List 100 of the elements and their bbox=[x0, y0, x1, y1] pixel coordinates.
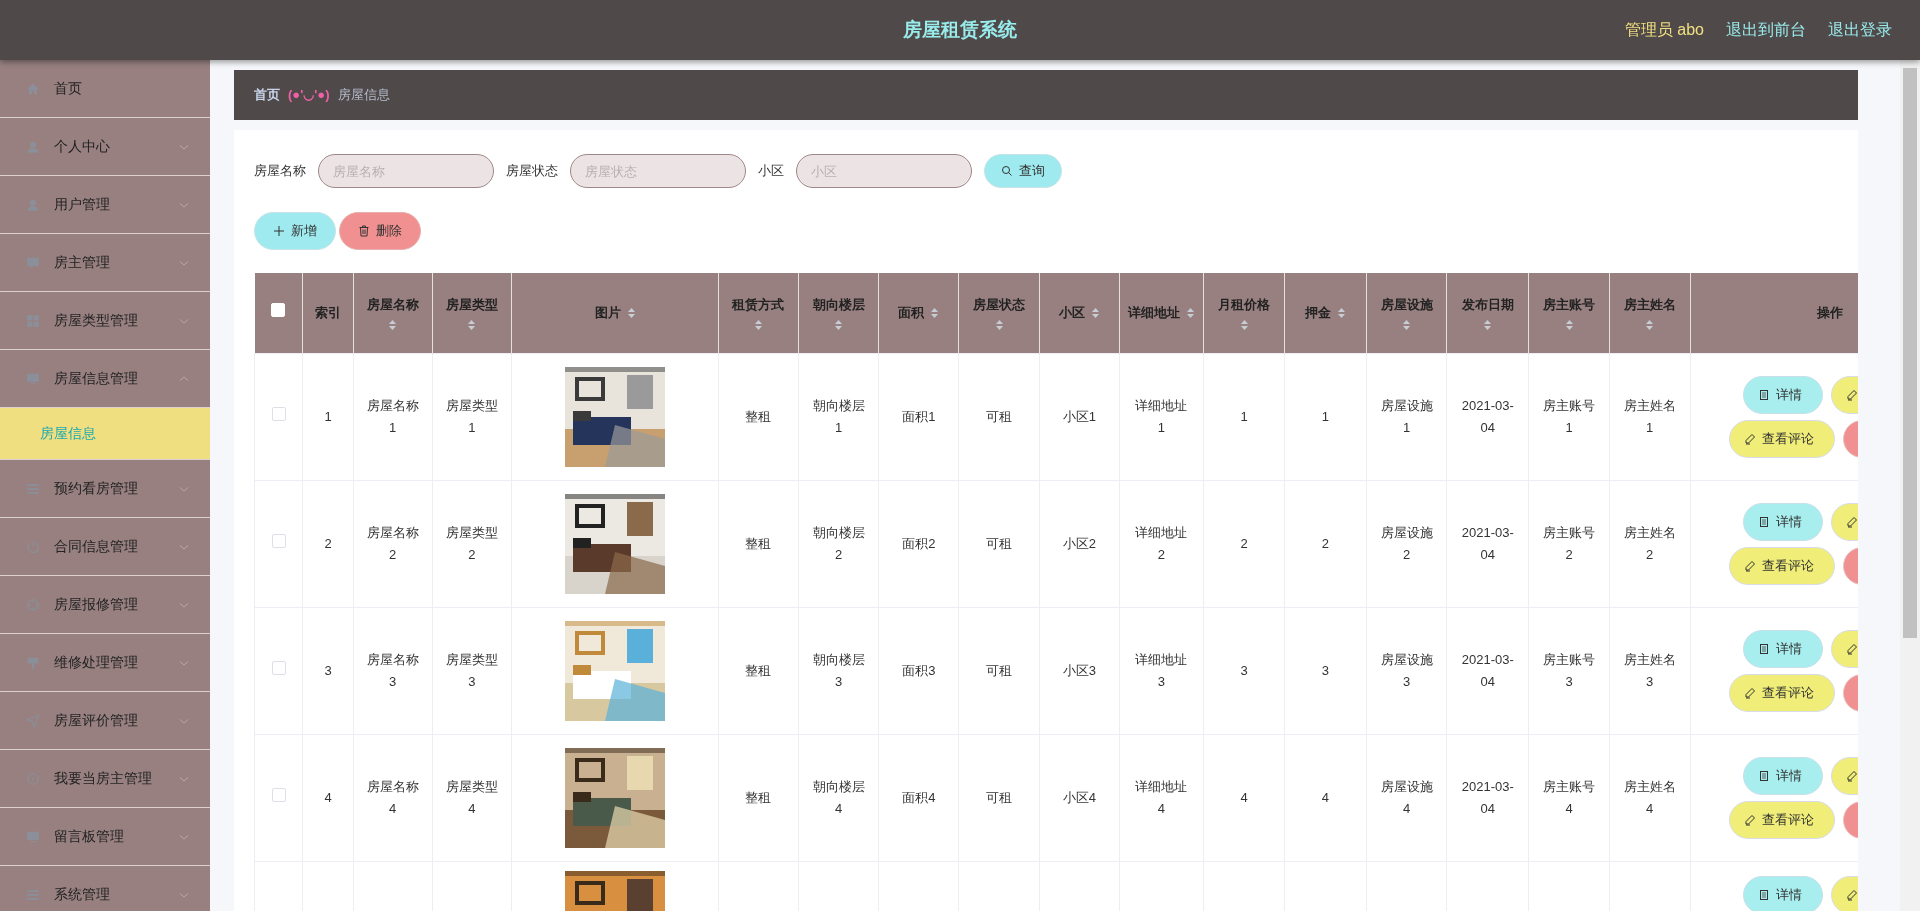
table-cell-text: 朝向楼层1 bbox=[812, 396, 866, 437]
table-cell-text: 2 bbox=[1321, 534, 1329, 553]
detail-button[interactable]: 详情 bbox=[1742, 629, 1823, 668]
table-cell-text: 房主姓名2 bbox=[1623, 523, 1677, 564]
breadcrumb-current: 房屋信息 bbox=[337, 86, 390, 105]
view-comments-button[interactable]: 查看评论 bbox=[1728, 419, 1835, 458]
table-cell-text: 房屋类型1 bbox=[445, 396, 499, 437]
table-cell-text: 1 bbox=[1321, 407, 1329, 426]
search-button[interactable]: 查询 bbox=[984, 154, 1062, 188]
table-cell-text: 2 bbox=[1240, 534, 1248, 553]
table-cell-text: 1 bbox=[1240, 407, 1248, 426]
table-cell-text: 面积4 bbox=[902, 788, 936, 807]
table-cell-text: 可租 bbox=[986, 407, 1013, 426]
table-cell-text: 房屋设施3 bbox=[1380, 650, 1434, 691]
column-header[interactable]: 房屋状态 bbox=[973, 295, 1026, 315]
table-cell-text: 3 bbox=[1321, 661, 1329, 680]
header-link[interactable]: 退出到前台 bbox=[1726, 18, 1806, 42]
column-header[interactable]: 房屋设施 bbox=[1380, 295, 1433, 315]
table-cell-text: 详细地址4 bbox=[1134, 777, 1188, 818]
view-comments-button[interactable]: 查看评论 bbox=[1728, 546, 1835, 585]
table-cell-text: 朝向楼层2 bbox=[812, 523, 866, 564]
sidebar-item[interactable]: 合同信息管理 bbox=[0, 518, 210, 576]
table-cell-text: 2021-03-04 bbox=[1461, 523, 1515, 564]
table-cell-text: 房屋名称2 bbox=[366, 523, 420, 564]
delete-button[interactable]: 删除 bbox=[339, 212, 421, 250]
sidebar-item[interactable]: 系统管理 bbox=[0, 866, 210, 911]
app-title: 房屋租赁系统 bbox=[903, 17, 1017, 42]
column-header[interactable]: 租赁方式 bbox=[732, 295, 785, 315]
table-cell-text: 可租 bbox=[986, 661, 1013, 680]
table-cell-text: 房屋类型4 bbox=[445, 777, 499, 818]
column-header[interactable]: 房屋类型 bbox=[445, 295, 498, 315]
table-cell-text: 3 bbox=[1240, 661, 1248, 680]
column-header[interactable]: 详细地址 bbox=[1127, 303, 1180, 323]
sidebar-item[interactable]: 房屋类型管理 bbox=[0, 292, 210, 350]
view-comments-button[interactable]: 查看评论 bbox=[1728, 673, 1835, 712]
add-button[interactable]: 新增 bbox=[254, 212, 336, 250]
column-header[interactable]: 房主账号 bbox=[1543, 295, 1596, 315]
table-cell-text: 房主账号1 bbox=[1542, 396, 1596, 437]
table-cell-text: 4 bbox=[324, 788, 332, 807]
sidebar-item[interactable]: 首页 bbox=[0, 60, 210, 118]
sidebar-item[interactable]: 维修处理管理 bbox=[0, 634, 210, 692]
column-header[interactable]: 图片 bbox=[594, 303, 621, 323]
column-header[interactable]: 押金 bbox=[1304, 303, 1331, 323]
table-cell-text: 详细地址1 bbox=[1134, 396, 1188, 437]
table-cell-text: 房屋名称1 bbox=[366, 396, 420, 437]
detail-button[interactable]: 详情 bbox=[1742, 375, 1823, 414]
table-cell-text: 2021-03-04 bbox=[1461, 650, 1515, 691]
table-cell-text: 详细地址3 bbox=[1134, 650, 1188, 691]
column-header[interactable]: 面积 bbox=[898, 303, 925, 323]
column-header[interactable]: 发布日期 bbox=[1461, 295, 1514, 315]
column-header[interactable]: 朝向楼层 bbox=[812, 295, 865, 315]
table-cell-text: 房屋名称4 bbox=[366, 777, 420, 818]
field-label: 小区 bbox=[758, 162, 784, 181]
table-cell-text: 房屋名称3 bbox=[366, 650, 420, 691]
sidebar-item[interactable]: 房主管理 bbox=[0, 234, 210, 292]
table-cell-text: 4 bbox=[1240, 788, 1248, 807]
view-comments-button[interactable]: 查看评论 bbox=[1728, 800, 1835, 839]
table-cell-text: 面积2 bbox=[902, 534, 936, 553]
column-header[interactable]: 小区 bbox=[1058, 303, 1085, 323]
table-cell-text: 2 bbox=[324, 534, 332, 553]
sidebar-item[interactable]: 用户管理 bbox=[0, 176, 210, 234]
table-cell-text: 房主姓名3 bbox=[1623, 650, 1677, 691]
sidebar-item[interactable]: 房屋评价管理 bbox=[0, 692, 210, 750]
sidebar-item[interactable]: 预约看房管理 bbox=[0, 460, 210, 518]
sidebar-item[interactable]: 我要当房主管理 bbox=[0, 750, 210, 808]
table-cell-text: 朝向楼层4 bbox=[812, 777, 866, 818]
detail-button[interactable]: 详情 bbox=[1742, 502, 1823, 541]
table-cell-text: 整租 bbox=[745, 788, 772, 807]
sidebar-item[interactable]: 房屋报修管理 bbox=[0, 576, 210, 634]
table-cell-text: 房主姓名1 bbox=[1623, 396, 1677, 437]
table-cell-text: 1 bbox=[324, 407, 332, 426]
column-header[interactable]: 月租价格 bbox=[1218, 295, 1271, 315]
column-header[interactable]: 房屋名称 bbox=[366, 295, 419, 315]
table-cell-text: 房主账号2 bbox=[1542, 523, 1596, 564]
table-cell-text: 房主账号4 bbox=[1542, 777, 1596, 818]
sidebar-item[interactable]: 留言板管理 bbox=[0, 808, 210, 866]
detail-button[interactable]: 详情 bbox=[1742, 756, 1823, 795]
column-header[interactable]: 索引 bbox=[315, 303, 342, 323]
column-header[interactable]: 房主姓名 bbox=[1623, 295, 1676, 315]
sidebar-item[interactable]: 个人中心 bbox=[0, 118, 210, 176]
table-cell-text: 房屋设施4 bbox=[1380, 777, 1434, 818]
detail-button[interactable]: 详情 bbox=[1742, 875, 1823, 911]
column-header[interactable]: 操作 bbox=[1816, 303, 1843, 323]
table-cell-text: 小区4 bbox=[1062, 788, 1096, 807]
table-cell-text: 可租 bbox=[986, 534, 1013, 553]
breadcrumb-separator: (●'◡'●) bbox=[288, 86, 330, 105]
table-cell-text: 2021-03-04 bbox=[1461, 396, 1515, 437]
table-cell-text: 小区2 bbox=[1062, 534, 1096, 553]
table-cell-text: 整租 bbox=[745, 407, 772, 426]
table-cell-text: 详细地址2 bbox=[1134, 523, 1188, 564]
table-cell-text: 面积3 bbox=[902, 661, 936, 680]
header-link[interactable]: 退出登录 bbox=[1828, 18, 1892, 42]
table-cell-text: 整租 bbox=[745, 661, 772, 680]
table-cell-text: 面积1 bbox=[902, 407, 936, 426]
field-label: 房屋状态 bbox=[506, 162, 558, 181]
table-cell-text: 房屋设施1 bbox=[1380, 396, 1434, 437]
table-cell-text: 小区1 bbox=[1062, 407, 1096, 426]
breadcrumb-home[interactable]: 首页 bbox=[254, 85, 280, 105]
table-cell-text: 小区3 bbox=[1062, 661, 1096, 680]
field-label: 房屋名称 bbox=[254, 162, 306, 181]
